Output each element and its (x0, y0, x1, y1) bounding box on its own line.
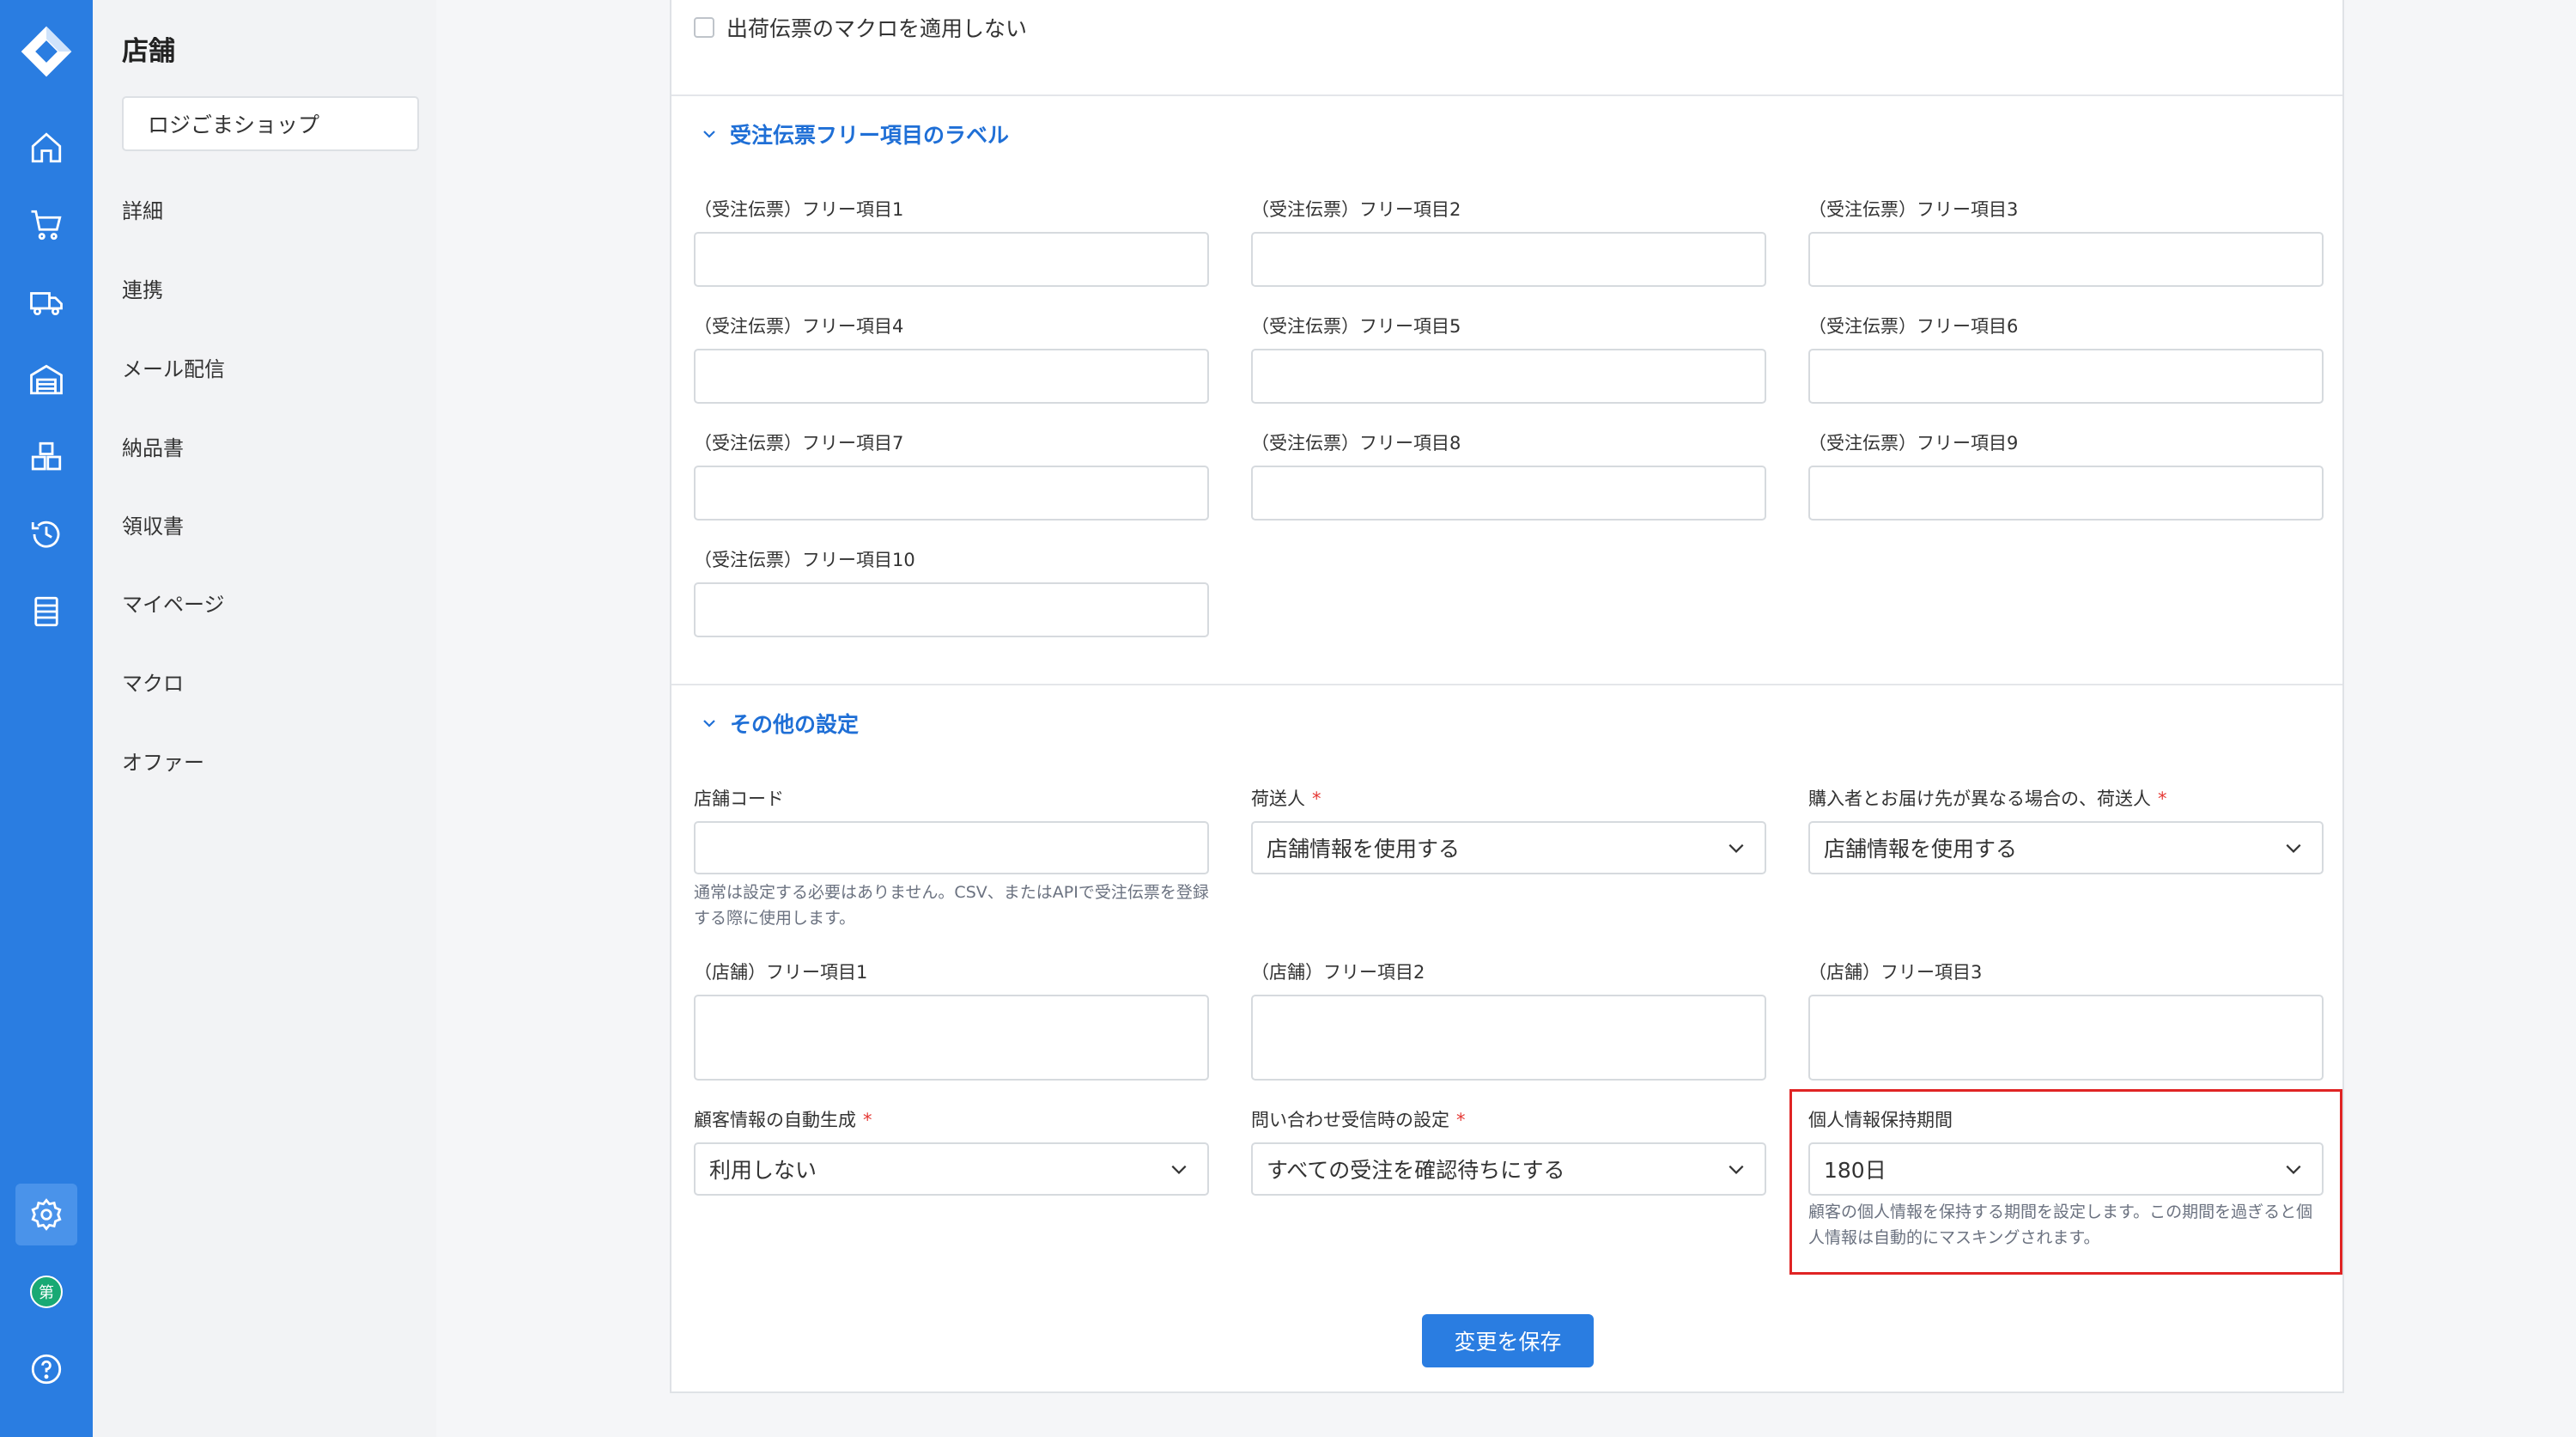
app-rail: 第 (0, 0, 93, 1437)
customer-auto-select[interactable]: 利用しない (694, 1142, 1209, 1196)
chevron-down-icon (703, 720, 715, 728)
free-item-input-3[interactable] (1808, 232, 2324, 287)
required-mark: * (863, 1110, 872, 1130)
store-free-label-2: （店舗）フリー項目2 (1251, 962, 1425, 983)
svg-text:第: 第 (39, 1284, 54, 1302)
store-code-help: 通常は設定する必要はありません。CSV、またはAPIで受注伝票を登録する際に使用… (694, 883, 1209, 928)
shop-selector[interactable]: ロジごまショップ (122, 96, 419, 151)
store-free-label-3: （店舗）フリー項目3 (1808, 962, 1983, 983)
customer-auto-select-value: 利用しない (709, 1158, 817, 1183)
store-code-input[interactable] (694, 821, 1209, 874)
free-item-input-9[interactable] (1808, 466, 2324, 521)
store-free-textarea-2[interactable] (1251, 995, 1766, 1081)
inquiry-label: 問い合わせ受信時の設定 * (1251, 1110, 1466, 1130)
required-mark: * (1456, 1110, 1466, 1130)
free-item-label-9: （受注伝票）フリー項目9 (1808, 433, 2019, 454)
document-list-icon[interactable] (15, 581, 77, 642)
truck-icon[interactable] (15, 271, 77, 333)
inquiry-select-value: すべての受注を確認待ちにする (1267, 1158, 1565, 1183)
subnav-item-macro[interactable]: マクロ (122, 667, 184, 697)
section-other-title: その他の設定 (730, 712, 860, 737)
settings-card: 出荷伝票のマクロを適用しない 受注伝票フリー項目のラベル （受注伝票）フリー項目… (670, 0, 2344, 1393)
divider (671, 684, 2342, 685)
subnav-item-delivery-note[interactable]: 納品書 (122, 431, 184, 461)
store-free-textarea-1[interactable] (694, 995, 1209, 1081)
store-free-label-1: （店舗）フリー項目1 (694, 962, 868, 983)
settings-subnav: 店舗 ロジごまショップ 詳細 連携 メール配信 納品書 領収書 マイページ マク… (93, 0, 436, 1437)
retention-highlight-box (1789, 1089, 2342, 1275)
shipper-diff-select[interactable]: 店舗情報を使用する (1808, 821, 2324, 874)
chevron-down-icon (1728, 843, 1744, 853)
free-item-input-8[interactable] (1251, 466, 1766, 521)
chevron-down-icon (1728, 1165, 1744, 1174)
free-item-input-7[interactable] (694, 466, 1209, 521)
section-free-labels-toggle[interactable]: 受注伝票フリー項目のラベル (701, 119, 1009, 149)
user-badge-icon[interactable]: 第 (15, 1261, 77, 1323)
chevron-down-icon (703, 131, 715, 138)
shipper-select[interactable]: 店舗情報を使用する (1251, 821, 1766, 874)
shipper-diff-select-value: 店舗情報を使用する (1824, 837, 2018, 862)
divider (671, 94, 2342, 96)
required-mark: * (2158, 789, 2167, 809)
warehouse-icon[interactable] (15, 349, 77, 411)
free-item-input-10[interactable] (694, 582, 1209, 637)
free-item-label-4: （受注伝票）フリー項目4 (694, 316, 904, 337)
store-code-label: 店舗コード (694, 789, 784, 809)
shipper-diff-label: 購入者とお届け先が異なる場合の、荷送人 * (1808, 789, 2167, 809)
home-icon[interactable] (15, 117, 77, 179)
free-item-label-10: （受注伝票）フリー項目10 (694, 550, 915, 570)
section-other-toggle[interactable]: その他の設定 (701, 708, 859, 739)
cart-icon[interactable] (15, 194, 77, 256)
subnav-item-receipt[interactable]: 領収書 (122, 509, 184, 539)
section-free-labels-title: 受注伝票フリー項目のラベル (730, 123, 1010, 148)
required-mark: * (1312, 789, 1321, 809)
boxes-icon[interactable] (15, 426, 77, 488)
customer-auto-label: 顧客情報の自動生成 * (694, 1110, 872, 1130)
free-item-label-2: （受注伝票）フリー項目2 (1251, 199, 1461, 220)
subnav-item-details[interactable]: 詳細 (122, 194, 163, 224)
chevron-down-icon (2286, 843, 2301, 853)
settings-gear-icon[interactable] (15, 1184, 77, 1245)
free-item-label-3: （受注伝票）フリー項目3 (1808, 199, 2019, 220)
store-free-textarea-3[interactable] (1808, 995, 2324, 1081)
free-item-input-6[interactable] (1808, 349, 2324, 404)
subnav-item-offer[interactable]: オファー (122, 746, 204, 776)
inquiry-select[interactable]: すべての受注を確認待ちにする (1251, 1142, 1766, 1196)
help-icon[interactable] (15, 1338, 77, 1400)
save-button[interactable]: 変更を保存 (1422, 1314, 1594, 1367)
subnav-item-integration[interactable]: 連携 (122, 273, 163, 303)
macro-checkbox[interactable] (694, 17, 714, 38)
subnav-item-mail[interactable]: メール配信 (122, 352, 225, 382)
free-item-input-5[interactable] (1251, 349, 1766, 404)
subnav-title: 店舗 (122, 36, 175, 67)
free-item-input-4[interactable] (694, 349, 1209, 404)
logo-icon[interactable] (15, 21, 77, 82)
subnav-item-mypage[interactable]: マイページ (122, 588, 225, 618)
free-item-label-5: （受注伝票）フリー項目5 (1251, 316, 1461, 337)
free-item-input-1[interactable] (694, 232, 1209, 287)
chevron-down-icon (1171, 1165, 1187, 1174)
history-icon[interactable] (15, 503, 77, 565)
free-item-label-8: （受注伝票）フリー項目8 (1251, 433, 1461, 454)
shipper-select-value: 店舗情報を使用する (1267, 837, 1461, 862)
free-item-label-1: （受注伝票）フリー項目1 (694, 199, 904, 220)
macro-checkbox-label: 出荷伝票のマクロを適用しない (726, 16, 1028, 41)
free-item-input-2[interactable] (1251, 232, 1766, 287)
macro-checkbox-row[interactable]: 出荷伝票のマクロを適用しない (694, 12, 1027, 43)
free-item-label-6: （受注伝票）フリー項目6 (1808, 316, 2019, 337)
shipper-label: 荷送人 * (1251, 789, 1321, 809)
free-item-label-7: （受注伝票）フリー項目7 (694, 433, 904, 454)
